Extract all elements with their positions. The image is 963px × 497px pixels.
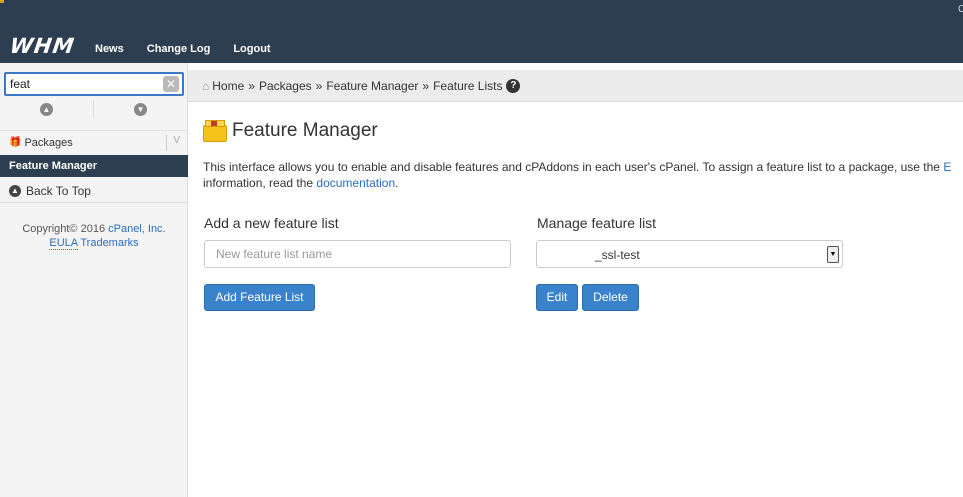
search-input[interactable] — [10, 76, 160, 92]
breadcrumb-home[interactable]: Home — [212, 79, 244, 93]
description-text-1: This interface allows you to enable and … — [203, 160, 944, 174]
copyright-text: Copyright© 2016 — [22, 223, 106, 235]
scroll-down-button[interactable]: ▼ — [94, 100, 188, 118]
documentation-link[interactable]: documentation — [316, 176, 395, 190]
new-feature-list-input[interactable] — [204, 240, 511, 268]
sidebar-scroll-controls: ▲ ▼ — [0, 100, 188, 118]
add-feature-list-button[interactable]: Add Feature List — [204, 284, 315, 311]
feature-manager-icon — [203, 120, 227, 142]
sidebar-category-packages[interactable]: 🎁 Packages V — [0, 130, 188, 154]
page-title: Feature Manager — [203, 120, 378, 142]
eula-link[interactable]: EULA — [49, 237, 78, 250]
sidebar-item-feature-manager[interactable]: Feature Manager — [0, 155, 188, 177]
arrow-up-circle-icon: ▲ — [9, 184, 21, 197]
breadcrumb: ⌂ Home » Packages » Feature Manager » Fe… — [188, 70, 963, 102]
category-label: Packages — [24, 136, 73, 149]
breadcrumb-current: Feature Lists — [433, 78, 503, 93]
back-to-top-link[interactable]: ▲ Back To Top — [0, 179, 188, 203]
arrow-down-icon: ▼ — [134, 102, 147, 116]
nav-changelog-link[interactable]: Change Log — [147, 43, 211, 55]
cpanel-link[interactable]: cPanel, Inc. — [108, 223, 165, 235]
clear-search-icon[interactable]: ✕ — [163, 76, 179, 92]
description-text-2: information, read the — [203, 176, 317, 190]
help-icon[interactable]: ? — [506, 78, 521, 93]
breadcrumb-feature-manager[interactable]: Feature Manager — [326, 79, 418, 93]
top-header: WHM News Change Log Logout C — [0, 0, 963, 63]
selected-feature-list: _ssl-test — [595, 248, 640, 262]
whm-logo[interactable]: WHM — [8, 34, 76, 58]
category-toggle[interactable]: V — [166, 135, 180, 151]
page-heading: Feature Manager — [232, 120, 378, 141]
trademarks-link[interactable]: Trademarks — [80, 237, 138, 249]
breadcrumb-separator: » — [315, 78, 323, 93]
sidebar: ✕ ▲ ▼ 🎁 Packages V Feature Manager ▲ Bac… — [0, 63, 188, 497]
home-icon[interactable]: ⌂ — [202, 79, 209, 93]
corner-mark — [0, 0, 4, 3]
back-to-top-label: Back To Top — [26, 183, 91, 198]
header-edge-text: C — [958, 4, 963, 15]
package-icon: 🎁 — [9, 137, 22, 148]
description-text-3: . — [395, 176, 399, 190]
sidebar-search: ✕ — [4, 72, 184, 96]
delete-button[interactable]: Delete — [582, 284, 639, 311]
nav-news-link[interactable]: News — [95, 43, 124, 55]
copyright: Copyright© 2016 cPanel, Inc. EULA Tradem… — [0, 222, 188, 250]
arrow-up-icon: ▲ — [40, 102, 53, 116]
chevron-down-icon[interactable]: ▼ — [827, 246, 839, 263]
add-feature-list-label: Add a new feature list — [204, 215, 339, 231]
top-nav: News Change Log Logout — [95, 43, 294, 55]
editor-link[interactable]: E — [943, 160, 951, 174]
scroll-up-button[interactable]: ▲ — [0, 100, 94, 118]
manage-feature-list-label: Manage feature list — [537, 215, 657, 231]
feature-list-select[interactable]: _ssl-test ▼ — [536, 240, 843, 268]
edit-button[interactable]: Edit — [536, 284, 578, 311]
breadcrumb-packages[interactable]: Packages — [259, 79, 312, 93]
page-description: This interface allows you to enable and … — [203, 159, 963, 191]
breadcrumb-separator: » — [248, 78, 255, 93]
breadcrumb-separator: » — [422, 78, 430, 93]
nav-logout-link[interactable]: Logout — [233, 43, 270, 55]
